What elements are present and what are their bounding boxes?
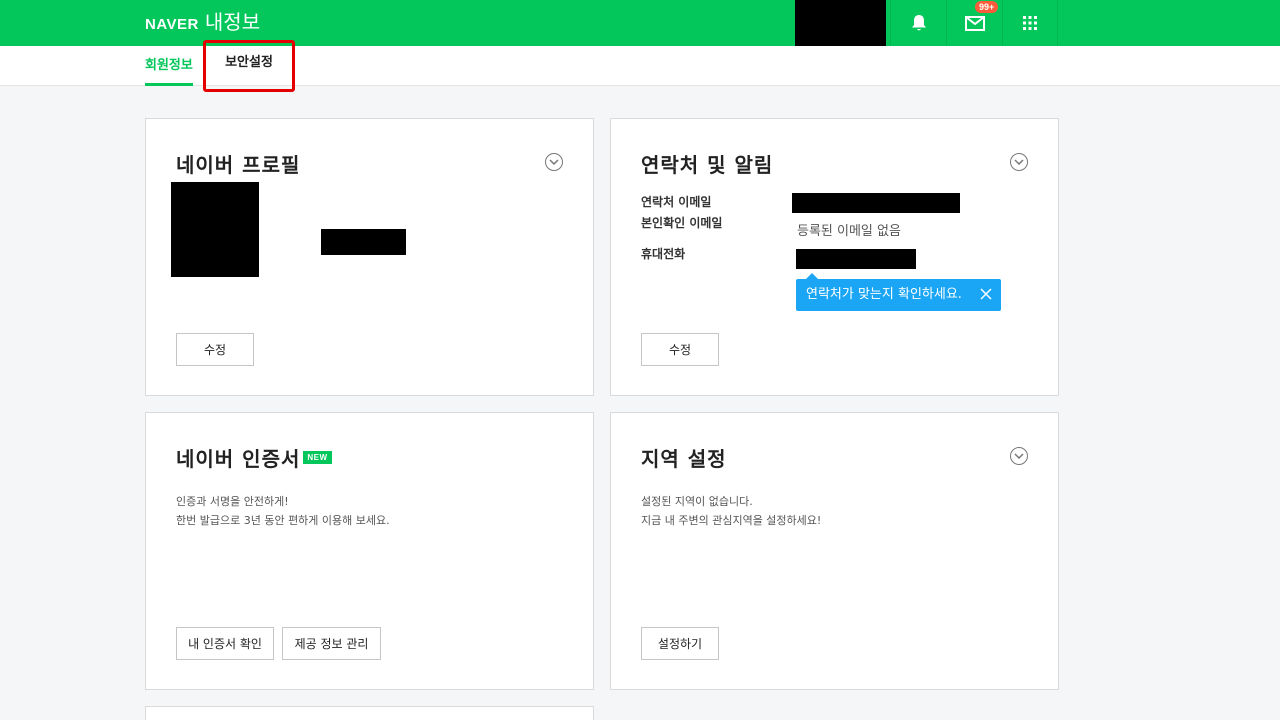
- apps-button[interactable]: [1002, 0, 1058, 46]
- phone-label: 휴대전화: [641, 247, 686, 261]
- tooltip-text: 연락처가 맞는지 확인하세요.: [806, 287, 962, 302]
- recovery-email-value: 등록된 이메일 없음: [797, 224, 901, 239]
- region-description: 설정된 지역이 없습니다. 지금 내 주변의 관심지역을 설정하세요!: [641, 492, 821, 530]
- contact-email-redacted: [792, 193, 960, 213]
- close-icon[interactable]: [979, 287, 993, 301]
- chevron-down-icon: [1014, 453, 1024, 459]
- certificate-description: 인증과 서명을 안전하게! 한번 발급으로 3년 동안 편하게 이용해 보세요.: [176, 492, 390, 530]
- profile-expand-button[interactable]: [545, 153, 563, 171]
- next-card-partial: [145, 706, 594, 720]
- region-desc-line1: 설정된 지역이 없습니다.: [641, 495, 753, 508]
- contact-expand-button[interactable]: [1010, 153, 1028, 171]
- region-card: 지역 설정 설정된 지역이 없습니다. 지금 내 주변의 관심지역을 설정하세요…: [610, 412, 1059, 690]
- new-badge: NEW: [303, 451, 332, 464]
- apps-grid-icon: [1023, 16, 1037, 30]
- profile-photo-redacted: [171, 182, 259, 277]
- chevron-down-icon: [549, 159, 559, 165]
- naver-logo[interactable]: NAVER: [145, 16, 199, 33]
- chevron-down-icon: [1014, 159, 1024, 165]
- certificate-desc-line1: 인증과 서명을 안전하게!: [176, 495, 289, 508]
- region-card-title: 지역 설정: [641, 447, 727, 471]
- page-title[interactable]: 내정보: [205, 6, 260, 35]
- mail-button[interactable]: 99+: [946, 0, 1002, 46]
- set-region-button[interactable]: 설정하기: [641, 627, 719, 660]
- certificate-card-title: 네이버 인증서 NEW: [176, 443, 332, 472]
- account-redacted[interactable]: [795, 0, 886, 46]
- contact-card: 연락처 및 알림 연락처 이메일 본인확인 이메일 등록된 이메일 없음 휴대전…: [610, 118, 1059, 396]
- contact-verify-tooltip: 연락처가 맞는지 확인하세요.: [796, 273, 1001, 311]
- mail-icon: [964, 15, 985, 31]
- certificate-desc-line2: 한번 발급으로 3년 동안 편하게 이용해 보세요.: [176, 514, 390, 527]
- certificate-card: 네이버 인증서 NEW 인증과 서명을 안전하게! 한번 발급으로 3년 동안 편…: [145, 412, 594, 690]
- region-expand-button[interactable]: [1010, 447, 1028, 465]
- contact-edit-button[interactable]: 수정: [641, 333, 719, 366]
- contact-email-label: 연락처 이메일: [641, 195, 712, 209]
- top-bar: NAVER 내정보 99+: [0, 0, 1280, 46]
- tab-member-info[interactable]: 회원정보: [145, 46, 193, 86]
- profile-edit-button[interactable]: 수정: [176, 333, 254, 366]
- tab-security-settings[interactable]: 보안설정: [203, 40, 295, 92]
- mail-count-badge: 99+: [975, 1, 999, 13]
- manage-provided-info-button[interactable]: 제공 정보 관리: [282, 627, 381, 660]
- brand[interactable]: NAVER 내정보: [145, 6, 260, 36]
- check-certificate-button[interactable]: 내 인증서 확인: [176, 627, 274, 660]
- tab-bar: 회원정보 보안설정: [0, 40, 1280, 92]
- profile-card: 네이버 프로필 수정: [145, 118, 594, 396]
- phone-redacted: [796, 249, 916, 269]
- profile-name-redacted: [321, 229, 406, 255]
- notifications-button[interactable]: [890, 0, 946, 46]
- certificate-title-text: 네이버 인증서: [176, 447, 301, 471]
- recovery-email-label: 본인확인 이메일: [641, 216, 723, 230]
- profile-card-title: 네이버 프로필: [176, 153, 301, 177]
- bell-icon: [911, 15, 926, 31]
- contact-card-title: 연락처 및 알림: [641, 153, 774, 177]
- region-desc-line2: 지금 내 주변의 관심지역을 설정하세요!: [641, 514, 822, 527]
